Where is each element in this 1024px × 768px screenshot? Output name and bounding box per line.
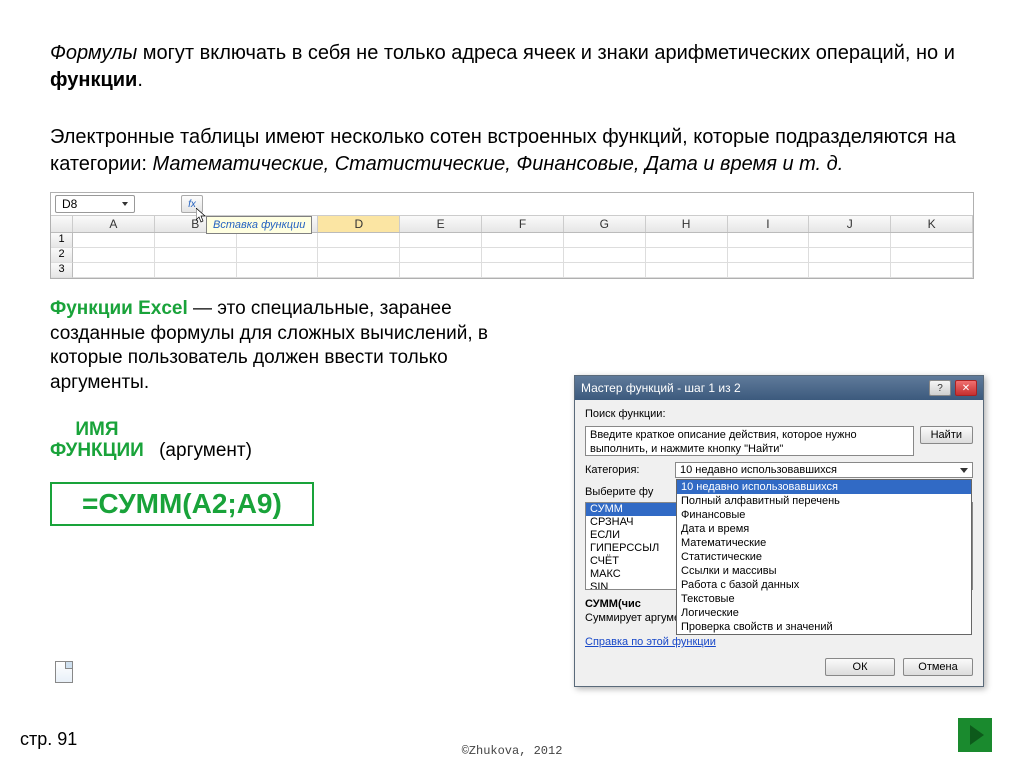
function-name-label: ИМЯ ФУНКЦИИ bbox=[50, 420, 144, 462]
cat-option[interactable]: Статистические bbox=[677, 550, 971, 564]
chevron-down-icon bbox=[960, 468, 968, 473]
name-box[interactable]: D8 bbox=[55, 195, 135, 213]
argument-label: (аргумент) bbox=[159, 440, 252, 461]
intro-bold: функции bbox=[50, 69, 137, 91]
category-label: Категория: bbox=[585, 462, 669, 476]
cat-option[interactable]: 10 недавно использовавшихся bbox=[677, 480, 971, 494]
wizard-title-bar[interactable]: Мастер функций - шаг 1 из 2 ? ✕ bbox=[575, 376, 983, 400]
row-1: 1 bbox=[51, 233, 973, 248]
category-dropdown: 10 недавно использовавшихся Полный алфав… bbox=[676, 479, 972, 635]
close-button[interactable]: ✕ bbox=[955, 380, 977, 396]
arrow-right-icon bbox=[970, 725, 984, 745]
cat-option[interactable]: Математические bbox=[677, 536, 971, 550]
wizard-title: Мастер функций - шаг 1 из 2 bbox=[581, 381, 741, 395]
insert-function-button[interactable]: fx Вставка функции bbox=[181, 195, 203, 213]
fx-label: fx bbox=[188, 199, 196, 210]
name-box-value: D8 bbox=[62, 197, 77, 211]
cat-option[interactable]: Ссылки и массивы bbox=[677, 564, 971, 578]
formula-example: =СУММ(A2;A9) bbox=[50, 482, 314, 526]
cat-option[interactable]: Работа с базой данных bbox=[677, 578, 971, 592]
intro-paragraph: Формулы могут включать в себя не только … bbox=[50, 40, 974, 94]
spreadsheet-snippet: D8 fx Вставка функции A B C D E F G H I … bbox=[50, 192, 974, 279]
intro-tail: . bbox=[137, 69, 143, 91]
rownum-1[interactable]: 1 bbox=[51, 233, 73, 248]
row-2: 2 bbox=[51, 248, 973, 263]
next-slide-button[interactable] bbox=[958, 718, 992, 752]
cancel-button[interactable]: Отмена bbox=[903, 658, 973, 676]
cat-option[interactable]: Текстовые bbox=[677, 592, 971, 606]
categories-paragraph: Электронные таблицы имеют несколько соте… bbox=[50, 124, 974, 178]
search-label: Поиск функции: bbox=[585, 408, 973, 420]
p2-italic: Математические, Статистические, Финансов… bbox=[153, 153, 844, 175]
cat-option[interactable]: Финансовые bbox=[677, 508, 971, 522]
search-input[interactable]: Введите краткое описание действия, котор… bbox=[585, 426, 914, 456]
col-E[interactable]: E bbox=[400, 216, 482, 232]
rownum-2[interactable]: 2 bbox=[51, 248, 73, 263]
document-icon[interactable] bbox=[55, 661, 73, 683]
ok-button[interactable]: ОК bbox=[825, 658, 895, 676]
col-J[interactable]: J bbox=[809, 216, 891, 232]
cat-option[interactable]: Полный алфавитный перечень bbox=[677, 494, 971, 508]
rownum-3[interactable]: 3 bbox=[51, 263, 73, 278]
col-I[interactable]: I bbox=[728, 216, 810, 232]
signature-line: ИМЯ ФУНКЦИИ (аргумент) bbox=[50, 420, 530, 462]
tooltip: Вставка функции bbox=[206, 216, 312, 234]
page-reference: стр. 91 bbox=[20, 729, 77, 750]
help-button[interactable]: ? bbox=[929, 380, 951, 396]
column-headers: A B C D E F G H I J K bbox=[51, 216, 973, 233]
find-button[interactable]: Найти bbox=[920, 426, 973, 444]
col-K[interactable]: K bbox=[891, 216, 973, 232]
col-A[interactable]: A bbox=[73, 216, 155, 232]
col-F[interactable]: F bbox=[482, 216, 564, 232]
cat-option[interactable]: Дата и время bbox=[677, 522, 971, 536]
intro-plain1: могут включать в себя не только адреса я… bbox=[143, 42, 955, 64]
category-select[interactable]: 10 недавно использовавшихся 10 недавно и… bbox=[675, 462, 973, 478]
corner-cell bbox=[51, 216, 73, 232]
func-excel-label: Функции Excel bbox=[50, 298, 188, 319]
category-value: 10 недавно использовавшихся bbox=[680, 464, 837, 476]
col-G[interactable]: G bbox=[564, 216, 646, 232]
col-D[interactable]: D bbox=[318, 216, 400, 232]
dropdown-icon bbox=[122, 202, 128, 206]
col-H[interactable]: H bbox=[646, 216, 728, 232]
close-icon: ✕ bbox=[962, 383, 970, 394]
cat-option[interactable]: Логические bbox=[677, 606, 971, 620]
copyright: ©Zhukova, 2012 bbox=[462, 744, 563, 758]
function-wizard-dialog: Мастер функций - шаг 1 из 2 ? ✕ Поиск фу… bbox=[574, 375, 984, 687]
cat-option[interactable]: Проверка свойств и значений bbox=[677, 620, 971, 634]
intro-italic1: Формулы bbox=[50, 42, 143, 64]
select-function-label: Выберите фу bbox=[585, 484, 669, 498]
help-link[interactable]: Справка по этой функции bbox=[585, 636, 716, 648]
functions-definition: Функции Excel — это специальные, заранее… bbox=[50, 297, 530, 396]
row-3: 3 bbox=[51, 263, 973, 278]
